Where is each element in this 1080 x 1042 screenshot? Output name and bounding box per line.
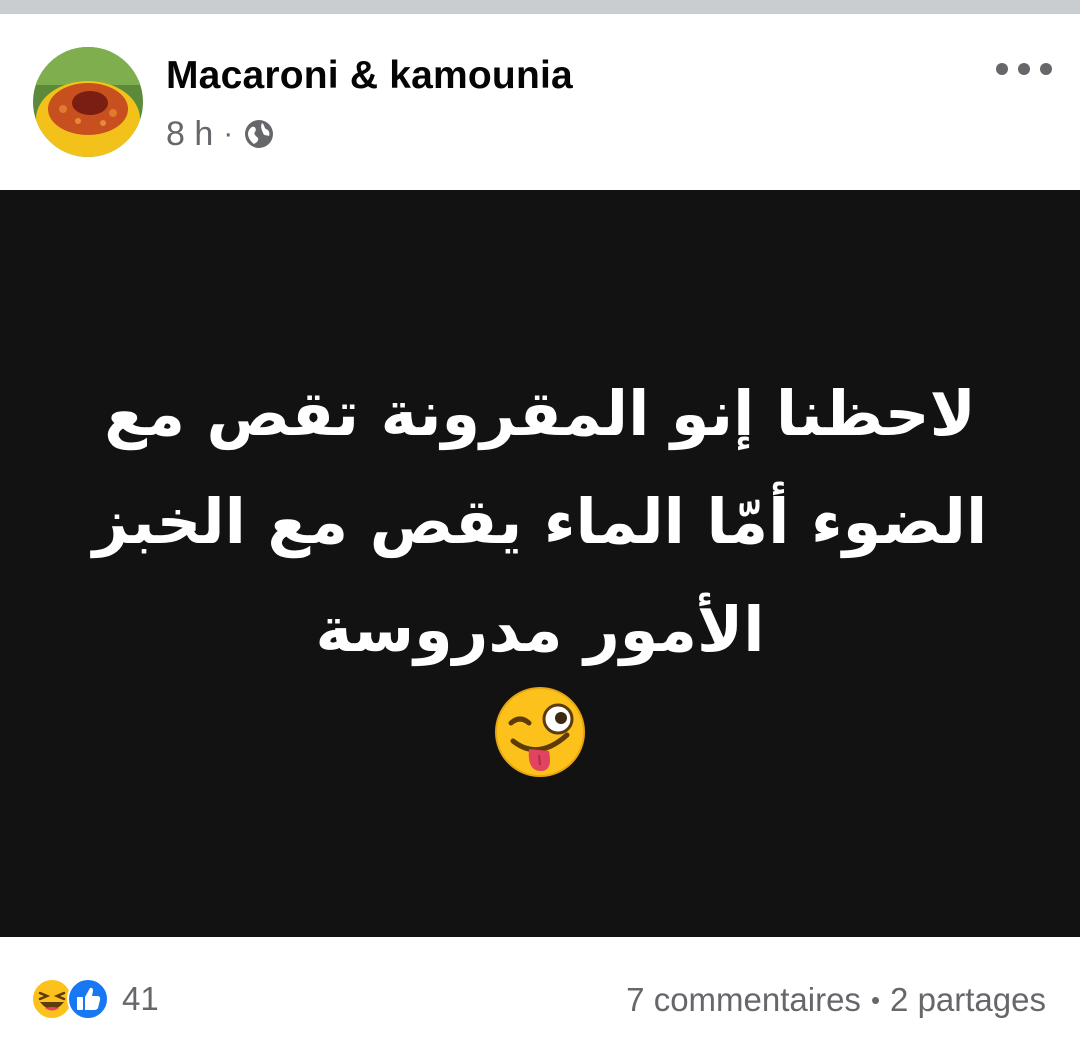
post-time[interactable]: 8 h [166, 115, 213, 154]
winking-face-with-tongue-icon [493, 685, 587, 779]
top-strip [0, 0, 1080, 14]
globe-icon [243, 118, 275, 150]
post-text-line-3: الأمور مدروسة [315, 593, 765, 666]
post-text: لاحظنا إنو المقرونة تقص مع الضوء أمّا ال… [60, 360, 1020, 684]
post-text-line-2: الضوء أمّا الماء يقص مع الخبز [92, 485, 988, 558]
like-thumb-icon [66, 977, 110, 1021]
post-header: Macaroni & kamounia 8 h · [0, 14, 1080, 190]
shares-link[interactable]: 2 partages [890, 981, 1046, 1019]
engagement-stats: 7 commentaires • 2 partages [626, 981, 1046, 1019]
post-text-line-1: لاحظنا إنو المقرونة تقص مع [104, 377, 976, 450]
reactions-summary[interactable]: 41 [30, 977, 159, 1021]
post-meta: 8 h · [166, 114, 275, 154]
reaction-count: 41 [122, 980, 159, 1017]
avatar[interactable] [33, 47, 143, 157]
post-image[interactable]: لاحظنا إنو المقرونة تقص مع الضوء أمّا ال… [0, 190, 1080, 937]
stats-separator: • [870, 984, 881, 1015]
author-name[interactable]: Macaroni & kamounia [166, 54, 573, 98]
more-options-icon[interactable] [996, 54, 1052, 84]
meta-separator: · [223, 117, 234, 150]
post-footer: 41 7 commentaires • 2 partages [0, 937, 1080, 1042]
comments-link[interactable]: 7 commentaires [626, 981, 861, 1019]
